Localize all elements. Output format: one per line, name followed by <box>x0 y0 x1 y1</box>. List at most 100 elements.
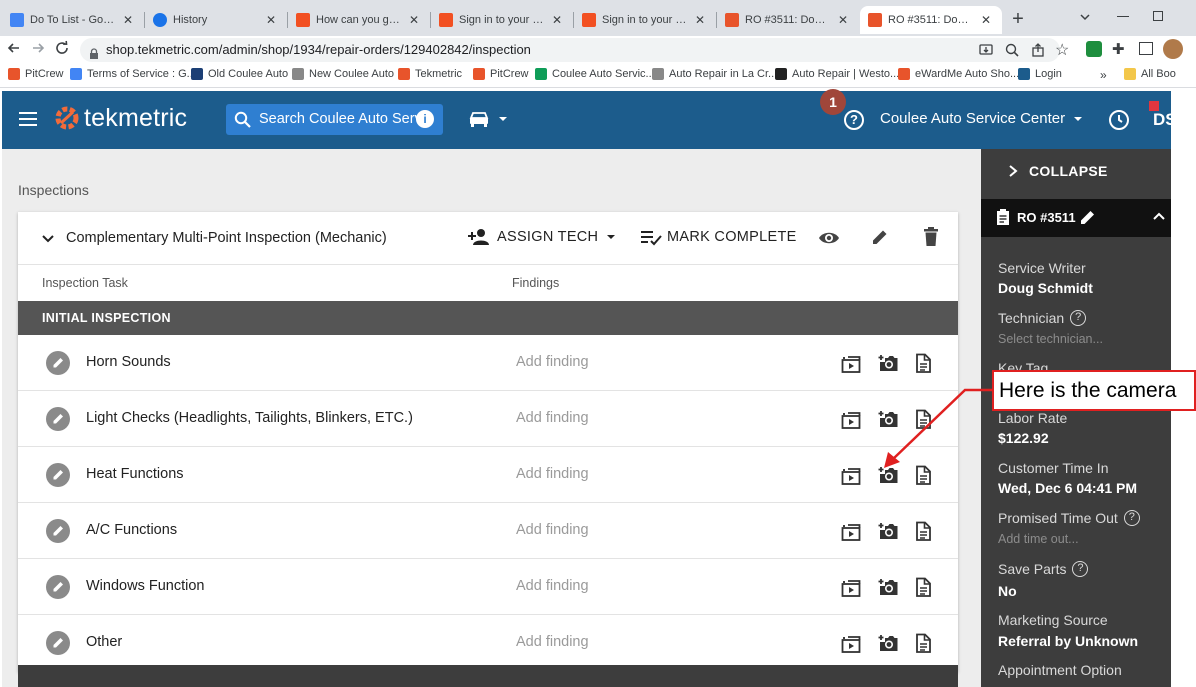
bookmark-label: Old Coulee Auto <box>208 68 289 80</box>
bookmark-item[interactable]: New Coulee Auto <box>292 68 394 80</box>
view-icon[interactable] <box>818 229 840 252</box>
bookmark-item[interactable]: PitCrew <box>473 68 529 80</box>
add-video-icon[interactable] <box>840 464 862 486</box>
bookmark-label: Tekmetric <box>415 68 463 80</box>
save-parts-value[interactable]: No <box>998 583 1017 599</box>
add-video-icon[interactable] <box>840 632 862 654</box>
add-note-icon[interactable] <box>912 576 934 598</box>
close-tab-icon[interactable]: ✕ <box>692 13 708 27</box>
side-panel-icon[interactable] <box>1139 42 1153 55</box>
close-tab-icon[interactable]: ✕ <box>835 13 851 27</box>
edit-task-pencil-icon[interactable] <box>46 351 70 375</box>
add-finding-input[interactable]: Add finding <box>516 522 589 538</box>
promised-time-out-input[interactable]: Add time out... <box>998 532 1079 546</box>
add-finding-input[interactable]: Add finding <box>516 354 589 370</box>
bookmark-item[interactable]: eWardMe Auto Sho... <box>898 68 1019 80</box>
edit-task-pencil-icon[interactable] <box>46 519 70 543</box>
shop-selector[interactable]: Coulee Auto Service Center <box>880 110 1085 127</box>
add-note-icon[interactable] <box>912 632 934 654</box>
assign-tech-button[interactable]: ASSIGN TECH <box>467 228 618 246</box>
vehicle-menu-button[interactable] <box>468 110 510 128</box>
extension-icon[interactable] <box>1086 41 1102 57</box>
back-icon[interactable] <box>6 40 22 61</box>
close-tab-icon[interactable]: ✕ <box>978 13 994 27</box>
user-avatar[interactable]: DS <box>1146 101 1171 139</box>
edit-task-pencil-icon[interactable] <box>46 631 70 655</box>
mark-complete-button[interactable]: MARK COMPLETE <box>640 228 797 246</box>
bookmark-item[interactable]: Auto Repair in La Cr... <box>652 68 777 80</box>
help-icon[interactable]: ? <box>1070 310 1087 326</box>
add-finding-input[interactable]: Add finding <box>516 634 589 650</box>
url-field[interactable]: shop.tekmetric.com/admin/shop/1934/repai… <box>80 38 1060 62</box>
close-tab-icon[interactable]: ✕ <box>263 13 279 27</box>
bookmark-item[interactable]: Auto Repair | Westo... <box>775 68 899 80</box>
add-note-icon[interactable] <box>912 352 934 374</box>
tab-search-chevron-icon[interactable] <box>1078 10 1092 29</box>
notification-badge[interactable]: 1 <box>820 89 846 115</box>
zoom-icon[interactable] <box>1004 42 1020 63</box>
customer-time-in-value[interactable]: Wed, Dec 6 04:41 PM <box>998 480 1137 496</box>
add-finding-input[interactable]: Add finding <box>516 410 589 426</box>
bookmark-item[interactable]: Terms of Service : G... <box>70 68 196 80</box>
bookmark-item[interactable]: Tekmetric <box>398 68 462 80</box>
edit-ro-icon[interactable] <box>1079 208 1097 226</box>
edit-task-pencil-icon[interactable] <box>46 463 70 487</box>
edit-task-pencil-icon[interactable] <box>46 575 70 599</box>
add-note-icon[interactable] <box>912 520 934 542</box>
help-icon[interactable]: ? <box>1072 561 1089 577</box>
bookmark-item[interactable]: Login <box>1018 68 1062 80</box>
help-icon[interactable]: ? <box>1123 510 1140 526</box>
clock-icon[interactable] <box>1108 109 1130 136</box>
task-name: A/C Functions <box>86 522 178 538</box>
install-app-icon[interactable] <box>978 42 994 63</box>
marketing-source-value[interactable]: Referral by Unknown <box>998 633 1138 649</box>
chevron-up-icon[interactable] <box>1152 211 1166 223</box>
camera-icon[interactable] <box>877 520 899 542</box>
collapse-panel-button[interactable]: COLLAPSE <box>1007 163 1108 179</box>
add-finding-input[interactable]: Add finding <box>516 578 589 594</box>
add-finding-input[interactable]: Add finding <box>516 466 589 482</box>
bookmark-item[interactable]: Coulee Auto Servic... <box>535 68 655 80</box>
browser-tab[interactable]: Do To List - Google D ✕ <box>2 6 144 34</box>
camera-icon[interactable] <box>877 632 899 654</box>
camera-icon[interactable] <box>877 352 899 374</box>
browser-tab[interactable]: RO #3511: Douglas S ✕ <box>717 6 859 34</box>
all-bookmarks-folder[interactable]: All Boo <box>1124 68 1176 80</box>
hamburger-menu-icon[interactable] <box>18 111 38 132</box>
search-input[interactable]: Search Coulee Auto Servi i <box>226 104 443 135</box>
add-video-icon[interactable] <box>840 408 862 430</box>
main-content: Inspections Complementary Multi-Point In… <box>2 149 981 687</box>
maximize-window-icon[interactable] <box>1153 11 1163 21</box>
extensions-puzzle-icon[interactable]: ✚ <box>1112 40 1125 58</box>
bookmark-item[interactable]: Old Coulee Auto <box>191 68 288 80</box>
bookmark-item[interactable]: PitCrew <box>8 68 64 80</box>
bookmark-star-icon[interactable]: ☆ <box>1055 40 1069 60</box>
browser-tab[interactable]: How can you get the ✕ <box>288 6 430 34</box>
edit-inspection-icon[interactable] <box>870 227 890 252</box>
new-tab-button[interactable]: + <box>1008 9 1028 29</box>
browser-tab[interactable]: Sign in to your accou ✕ <box>431 6 573 34</box>
help-icon[interactable]: ? <box>844 110 864 130</box>
technician-select[interactable]: Select technician... <box>998 332 1103 346</box>
add-video-icon[interactable] <box>840 520 862 542</box>
delete-inspection-icon[interactable] <box>923 227 939 252</box>
browser-tab[interactable]: History ✕ <box>145 6 287 34</box>
browser-tab[interactable]: Sign in to your accou ✕ <box>574 6 716 34</box>
close-tab-icon[interactable]: ✕ <box>549 13 565 27</box>
close-tab-icon[interactable]: ✕ <box>406 13 422 27</box>
tekmetric-logo[interactable]: tekmetric <box>52 103 187 133</box>
reload-icon[interactable] <box>54 40 70 61</box>
edit-task-pencil-icon[interactable] <box>46 407 70 431</box>
bookmarks-overflow-button[interactable]: » <box>1100 68 1107 82</box>
collapse-inspection-button[interactable] <box>40 231 56 252</box>
close-tab-icon[interactable]: ✕ <box>120 13 136 27</box>
forward-icon[interactable] <box>30 40 46 61</box>
add-video-icon[interactable] <box>840 352 862 374</box>
browser-tab[interactable]: RO #3511: Douglas S ✕ <box>860 6 1002 34</box>
info-icon[interactable]: i <box>416 110 434 128</box>
camera-icon[interactable] <box>877 576 899 598</box>
profile-avatar[interactable] <box>1163 39 1183 59</box>
add-video-icon[interactable] <box>840 576 862 598</box>
minimize-window-icon[interactable] <box>1117 16 1129 17</box>
share-icon[interactable] <box>1030 42 1046 63</box>
